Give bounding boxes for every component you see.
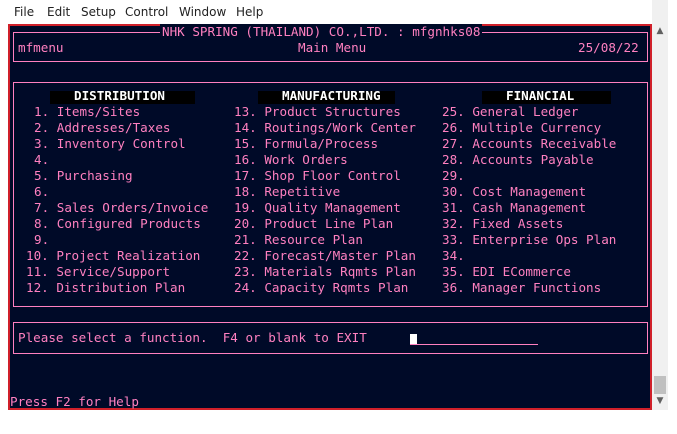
menu-item-28[interactable]: 28. Accounts Payable	[442, 152, 594, 168]
prompt-text: Please select a function. F4 or blank to…	[18, 330, 367, 345]
function-input-underline	[410, 344, 538, 345]
menu-item-11[interactable]: 11. Service/Support	[26, 264, 170, 280]
menu-item-16[interactable]: 16. Work Orders	[234, 152, 348, 168]
menu-item-3[interactable]: 3. Inventory Control	[34, 136, 186, 152]
menu-item-21[interactable]: 21. Resource Plan	[234, 232, 363, 248]
menu-window[interactable]: Window	[179, 5, 226, 19]
menu-item-24[interactable]: 24. Capacity Rqmts Plan	[234, 280, 408, 296]
menu-item-36[interactable]: 36. Manager Functions	[442, 280, 601, 296]
menu-item-32[interactable]: 32. Fixed Assets	[442, 216, 563, 232]
menu-item-20[interactable]: 20. Product Line Plan	[234, 216, 393, 232]
menu-item-13[interactable]: 13. Product Structures	[234, 104, 401, 120]
menu-item-17[interactable]: 17. Shop Floor Control	[234, 168, 401, 184]
menu-item-5[interactable]: 5. Purchasing	[34, 168, 133, 184]
menu-item-30[interactable]: 30. Cost Management	[442, 184, 586, 200]
menu-item-27[interactable]: 27. Accounts Receivable	[442, 136, 616, 152]
menu-setup[interactable]: Setup	[81, 5, 116, 19]
menu-item-23[interactable]: 23. Materials Rqmts Plan	[234, 264, 416, 280]
menu-item-31[interactable]: 31. Cash Management	[442, 200, 586, 216]
menu-control[interactable]: Control	[125, 5, 168, 19]
menu-item-1[interactable]: 1. Items/Sites	[34, 104, 140, 120]
menu-item-15[interactable]: 15. Formula/Process	[234, 136, 378, 152]
menu-item-8[interactable]: 8. Configured Products	[34, 216, 201, 232]
menu-item-4[interactable]: 4.	[34, 152, 49, 168]
function-input[interactable]	[410, 330, 538, 344]
menu-item-22[interactable]: 22. Forecast/Master Plan	[234, 248, 416, 264]
menu-item-35[interactable]: 35. EDI ECommerce	[442, 264, 571, 280]
menu-file[interactable]: File	[14, 5, 34, 19]
scroll-up-icon[interactable]: ▲	[652, 24, 668, 38]
menu-bar: File Edit Setup Control Window Help	[0, 0, 677, 24]
help-hint: Press F2 for Help	[10, 394, 139, 409]
menu-item-9[interactable]: 9.	[34, 232, 49, 248]
menu-item-14[interactable]: 14. Routings/Work Center	[234, 120, 416, 136]
menu-item-2[interactable]: 2. Addresses/Taxes	[34, 120, 170, 136]
menu-item-29[interactable]: 29.	[442, 168, 465, 184]
vertical-scrollbar[interactable]: ▲ ▼	[652, 0, 668, 410]
scroll-down-icon[interactable]: ▼	[652, 394, 668, 408]
menu-item-12[interactable]: 12. Distribution Plan	[26, 280, 185, 296]
heading-manufacturing: MANUFACTURING	[282, 88, 381, 103]
menu-help[interactable]: Help	[236, 5, 263, 19]
menu-item-25[interactable]: 25. General Ledger	[442, 104, 578, 120]
scroll-thumb[interactable]	[654, 376, 666, 394]
menu-item-18[interactable]: 18. Repetitive	[234, 184, 340, 200]
system-date: 25/08/22	[578, 40, 639, 55]
menu-item-34[interactable]: 34.	[442, 248, 465, 264]
menu-item-10[interactable]: 10. Project Realization	[26, 248, 200, 264]
terminal-screen[interactable]: NHK SPRING (THAILAND) CO.,LTD. : mfgnhks…	[8, 24, 652, 410]
screen-title: Main Menu	[298, 40, 367, 55]
menu-item-26[interactable]: 26. Multiple Currency	[442, 120, 601, 136]
menu-item-7[interactable]: 7. Sales Orders/Invoice	[34, 200, 208, 216]
header-title: NHK SPRING (THAILAND) CO.,LTD. : mfgnhks…	[160, 24, 483, 40]
menu-item-19[interactable]: 19. Quality Management	[234, 200, 401, 216]
menu-item-6[interactable]: 6.	[34, 184, 49, 200]
program-name: mfmenu	[18, 40, 64, 55]
menu-edit[interactable]: Edit	[47, 5, 70, 19]
heading-financial: FINANCIAL	[506, 88, 575, 103]
heading-distribution: DISTRIBUTION	[74, 88, 165, 103]
menu-item-33[interactable]: 33. Enterprise Ops Plan	[442, 232, 616, 248]
